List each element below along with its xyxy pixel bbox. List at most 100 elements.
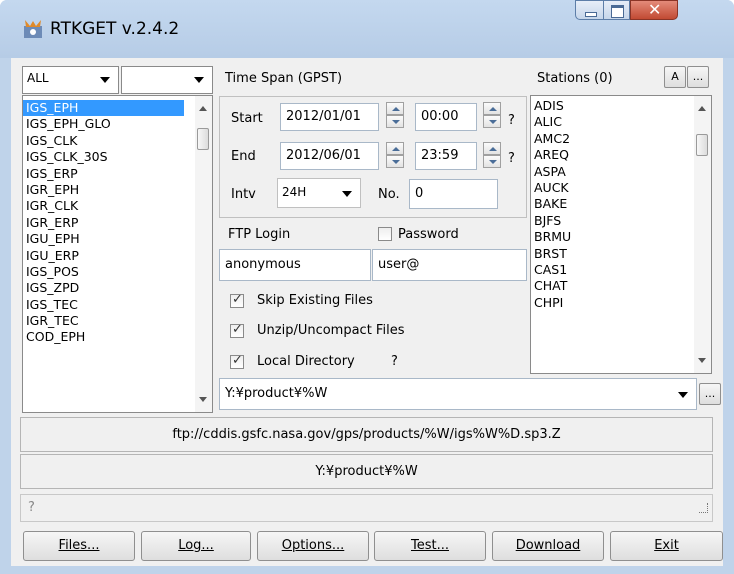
log-button-label: Log... <box>178 538 214 553</box>
end-date-field[interactable]: 2012/06/01 <box>280 142 379 170</box>
status-text: ? <box>28 500 35 515</box>
number-field[interactable]: 0 <box>409 179 498 209</box>
station-item[interactable]: AMC2 <box>531 131 711 147</box>
station-item[interactable]: CHAT <box>531 278 711 294</box>
spin-up-icon[interactable] <box>386 102 404 115</box>
station-item[interactable]: AUCK <box>531 180 711 196</box>
ftp-user-field[interactable]: anonymous <box>219 249 371 281</box>
close-icon: ✕ <box>648 0 662 19</box>
options-button[interactable]: Options... <box>257 531 369 561</box>
directory-browse-button[interactable]: ... <box>699 383 721 405</box>
data-type-item[interactable]: IGR_ERP <box>23 215 212 231</box>
end-time-spin[interactable] <box>483 142 501 168</box>
download-button[interactable]: Download <box>492 531 604 561</box>
data-type-scrollbar[interactable] <box>195 96 212 412</box>
data-type-item[interactable]: COD_EPH <box>23 329 212 345</box>
spin-down-icon[interactable] <box>386 155 404 168</box>
station-item[interactable]: ADIS <box>531 98 711 114</box>
close-button[interactable]: ✕ <box>630 0 678 20</box>
interval-label: Intv <box>231 187 256 202</box>
data-type-list[interactable]: IGS_EPH IGS_EPH_GLO IGS_CLK IGS_CLK_30S IGS_… <box>22 95 213 413</box>
ftp-password-field[interactable]: user@ <box>372 249 527 281</box>
station-item[interactable]: BJFS <box>531 213 711 229</box>
scroll-thumb[interactable] <box>696 134 708 156</box>
data-type-item[interactable]: IGS_EPH_GLO <box>23 116 212 132</box>
scroll-up-icon <box>199 106 207 111</box>
spin-down-icon[interactable] <box>386 115 404 128</box>
station-item[interactable]: BRMU <box>531 229 711 245</box>
stations-all-button[interactable]: A <box>664 66 686 88</box>
scroll-thumb[interactable] <box>197 128 209 150</box>
scroll-up-icon <box>698 106 706 111</box>
station-item[interactable]: BAKE <box>531 196 711 212</box>
title-bar[interactable]: RTKGET v.2.4.2 ✕ <box>0 0 734 58</box>
number-label: No. <box>378 187 400 202</box>
local-path-panel: Y:¥product¥%W <box>20 454 713 489</box>
end-time-field[interactable]: 23:59 <box>415 142 477 170</box>
station-item[interactable]: CAS1 <box>531 262 711 278</box>
app-window: RTKGET v.2.4.2 ✕ ALL IGS_EPH IGS_EPH_GLO I… <box>0 0 734 574</box>
client-area: ALL IGS_EPH IGS_EPH_GLO IGS_CLK IGS_CLK_30S… <box>11 58 723 566</box>
remote-url-panel: ftp://cddis.gsfc.nasa.gov/gps/products/%… <box>20 417 713 452</box>
window-title: RTKGET v.2.4.2 <box>50 19 180 39</box>
chevron-down-icon <box>678 392 688 398</box>
spin-up-icon[interactable] <box>483 142 501 155</box>
data-type-item[interactable]: IGR_TEC <box>23 313 212 329</box>
files-button[interactable]: Files... <box>23 531 135 561</box>
exit-button[interactable]: Exit <box>610 531 723 561</box>
start-time-field[interactable]: 00:00 <box>415 103 477 131</box>
station-list[interactable]: ADIS ALIC AMC2 AREQ ASPA AUCK BAKE BJFS BRMU BRST… <box>530 95 712 374</box>
log-button[interactable]: Log... <box>141 531 251 561</box>
minimize-button[interactable] <box>575 0 604 20</box>
stations-header: Stations (0) <box>537 71 613 86</box>
local-path-text: Y:¥product¥%W <box>315 464 418 479</box>
options-button-label: Options... <box>281 538 345 553</box>
interval-combo[interactable]: 24H <box>277 178 361 208</box>
data-type-item[interactable]: IGS_POS <box>23 264 212 280</box>
ftp-login-label: FTP Login <box>228 227 291 242</box>
resize-grip-icon[interactable] <box>699 503 708 513</box>
end-help[interactable]: ? <box>508 151 515 166</box>
data-type-item[interactable]: IGU_EPH <box>23 231 212 247</box>
data-type-item[interactable]: IGS_ERP <box>23 166 212 182</box>
skip-existing-checkbox[interactable] <box>230 292 244 308</box>
station-item[interactable]: ALIC <box>531 114 711 130</box>
type-filter-combo[interactable]: ALL <box>22 66 119 94</box>
data-type-item[interactable]: IGS_ZPD <box>23 280 212 296</box>
local-directory-checkbox[interactable] <box>230 353 244 369</box>
data-type-item[interactable]: IGS_CLK_30S <box>23 149 212 165</box>
station-item[interactable]: AREQ <box>531 147 711 163</box>
spin-up-icon[interactable] <box>483 102 501 115</box>
end-date-spin[interactable] <box>386 142 404 168</box>
directory-value: Y:¥product¥%W <box>225 386 328 401</box>
maximize-button[interactable] <box>603 0 630 20</box>
data-type-item[interactable]: IGR_EPH <box>23 182 212 198</box>
spin-down-icon[interactable] <box>483 155 501 168</box>
start-date-spin[interactable] <box>386 102 404 128</box>
directory-combo[interactable]: Y:¥product¥%W <box>219 378 697 410</box>
station-item[interactable]: ASPA <box>531 164 711 180</box>
start-date-field[interactable]: 2012/01/01 <box>280 103 379 131</box>
data-type-item[interactable]: IGS_EPH <box>23 100 184 117</box>
stations-select-button[interactable]: ... <box>687 66 709 88</box>
data-type-item[interactable]: IGU_ERP <box>23 248 212 264</box>
spin-down-icon[interactable] <box>483 115 501 128</box>
password-checkbox[interactable] <box>378 227 392 241</box>
start-time-spin[interactable] <box>483 102 501 128</box>
download-button-label: Download <box>515 538 581 553</box>
start-help[interactable]: ? <box>508 113 515 128</box>
station-item[interactable]: CHPI <box>531 295 711 311</box>
spin-up-icon[interactable] <box>386 142 404 155</box>
start-label: Start <box>231 111 263 126</box>
subtype-filter-combo[interactable] <box>121 66 213 94</box>
data-type-item[interactable]: IGS_CLK <box>23 133 212 149</box>
minimize-icon <box>585 12 597 17</box>
unzip-checkbox[interactable] <box>230 322 244 338</box>
local-directory-help[interactable]: ? <box>391 354 398 369</box>
data-type-item[interactable]: IGS_TEC <box>23 297 212 313</box>
station-scrollbar[interactable] <box>694 96 711 373</box>
test-button[interactable]: Test... <box>374 531 486 561</box>
local-directory-label: Local Directory <box>257 354 355 369</box>
data-type-item[interactable]: IGR_CLK <box>23 198 212 214</box>
station-item[interactable]: BRST <box>531 246 711 262</box>
